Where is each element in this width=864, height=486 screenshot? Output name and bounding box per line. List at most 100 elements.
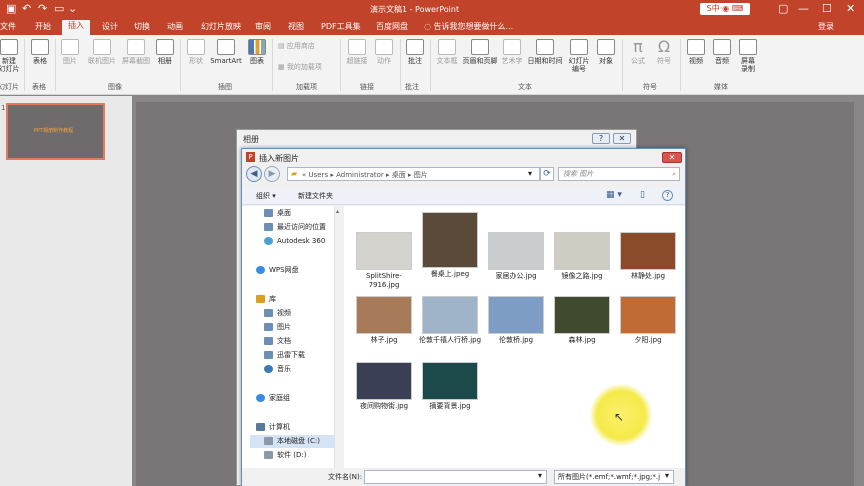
new-slide-button[interactable]: 新建 幻灯片	[0, 39, 20, 73]
ribbon-divider	[24, 39, 25, 91]
tab-review[interactable]: 审阅	[255, 21, 271, 33]
file-item[interactable]: 伦敦千禧人行桥.jpg	[418, 296, 482, 345]
file-thumbnail	[356, 296, 412, 334]
tab-pdf-tools[interactable]: PDF工具集	[321, 21, 361, 33]
chart-button[interactable]: 图表	[245, 39, 269, 65]
header-footer-button[interactable]: 页眉和页脚	[461, 39, 499, 65]
ribbon-divider	[55, 39, 56, 91]
file-thumbnail	[554, 296, 610, 334]
file-item[interactable]: 摘要背景.jpg	[418, 362, 482, 411]
tab-slideshow[interactable]: 幻灯片放映	[201, 21, 241, 33]
forward-button[interactable]: ▶	[264, 166, 280, 182]
undo-icon[interactable]: ↶	[22, 3, 31, 15]
video-icon	[687, 39, 705, 55]
group-label-tables: 表格	[32, 83, 46, 91]
chevron-down-icon[interactable]: ▾	[538, 471, 542, 480]
breadcrumb-item[interactable]: Administrator	[336, 171, 384, 179]
ribbon-divider	[340, 39, 341, 91]
file-item[interactable]: 伦敦桥.jpg	[484, 296, 548, 345]
file-item[interactable]: 林子.jpg	[352, 296, 416, 345]
video-button[interactable]: 视频	[684, 39, 708, 65]
store-button[interactable]: ▤ 应用商店	[278, 42, 315, 50]
ribbon-options-icon[interactable]: ▢	[778, 3, 788, 15]
maximize-icon[interactable]: ☐	[822, 3, 832, 15]
chevron-down-icon[interactable]: ▾	[665, 471, 669, 480]
tab-animations[interactable]: 动画	[167, 21, 183, 33]
view-options-icon[interactable]: ▦ ▾	[606, 190, 622, 200]
album-button[interactable]: 相册	[153, 39, 177, 65]
tab-design[interactable]: 设计	[102, 21, 118, 33]
symbol-button[interactable]: Ω 符号	[652, 37, 676, 65]
redo-icon[interactable]: ↷	[38, 3, 47, 15]
tab-home[interactable]: 开始	[35, 21, 51, 33]
file-item[interactable]: SplitShire-7916.jpg	[352, 232, 416, 290]
slide-number-button[interactable]: 幻灯片 编号	[566, 39, 592, 73]
scroll-up-icon[interactable]: ▴	[336, 208, 339, 215]
search-input[interactable]: 搜索 图片 ⌕	[558, 167, 680, 181]
tell-me-search[interactable]: ◌ 告诉我您想要做什么...	[424, 21, 513, 33]
tab-view[interactable]: 视图	[288, 21, 304, 33]
file-item[interactable]: 森林.jpg	[550, 296, 614, 345]
navigation-pane: 桌面 最近访问的位置 Autodesk 360 WPS网盘 库 视频 图片 文档…	[242, 206, 342, 486]
back-button[interactable]: ◀	[246, 166, 262, 182]
textbox-button[interactable]: 文本框	[433, 39, 461, 65]
online-picture-button[interactable]: 联机图片	[85, 39, 119, 65]
action-button[interactable]: 动作	[372, 39, 396, 65]
online-picture-icon	[93, 39, 111, 55]
help-icon[interactable]: ?	[662, 190, 673, 201]
breadcrumb-item[interactable]: 图片	[414, 171, 428, 179]
minimize-icon[interactable]: —	[798, 3, 809, 15]
comment-button[interactable]: 批注	[403, 39, 427, 65]
file-item[interactable]: 林静处.jpg	[616, 232, 680, 281]
customize-toolbar-icon[interactable]: ⌄	[68, 3, 77, 15]
shapes-button[interactable]: 形状	[183, 39, 209, 65]
file-item[interactable]: 餐桌上.jpeg	[418, 212, 482, 279]
save-icon[interactable]: ▣	[6, 3, 16, 15]
close-icon[interactable]: ✕	[662, 152, 682, 163]
folder-icon: ▰	[291, 169, 298, 178]
slide-thumbnail[interactable]: PPT相册制作教程	[6, 103, 105, 160]
tab-transitions[interactable]: 切换	[134, 21, 150, 33]
store-icon: ▤	[278, 42, 287, 50]
filetype-select[interactable]: 所有图片(*.emf;*.wmf;*.jpg;*.j	[554, 470, 674, 484]
file-item[interactable]: 家居办公.jpg	[484, 232, 548, 281]
hyperlink-button[interactable]: 超链接	[344, 39, 370, 65]
library-icon	[256, 295, 265, 303]
help-icon[interactable]: ?	[592, 133, 610, 144]
ribbon-divider	[622, 39, 623, 91]
my-addins-button[interactable]: ▦ 我的加载项	[278, 63, 322, 71]
preview-pane-icon[interactable]: ▯	[640, 190, 645, 200]
nav-item-drive-c[interactable]: 本地磁盘 (C:)	[250, 435, 342, 448]
ime-toolbar[interactable]: S中·◉ ⌨	[700, 3, 750, 15]
organize-button[interactable]: 组织 ▾	[256, 191, 276, 201]
object-button[interactable]: 对象	[594, 39, 618, 65]
breadcrumb-item[interactable]: 桌面	[392, 171, 406, 179]
equation-button[interactable]: π 公式	[626, 37, 650, 65]
close-icon[interactable]: ✕	[613, 133, 631, 144]
refresh-button[interactable]: ⟳	[540, 167, 554, 181]
smartart-button[interactable]: SmartArt	[209, 39, 243, 65]
file-item[interactable]: 镜像之路.jpg	[550, 232, 614, 281]
tab-baidu-netdisk[interactable]: 百度网盘	[376, 21, 408, 33]
tab-insert[interactable]: 插入	[62, 20, 90, 35]
start-from-beginning-icon[interactable]: ▭	[54, 3, 64, 15]
audio-button[interactable]: 音频	[710, 39, 734, 65]
new-folder-button[interactable]: 新建文件夹	[298, 191, 333, 201]
datetime-button[interactable]: 日期和时间	[526, 39, 564, 65]
chevron-down-icon[interactable]: ▾	[528, 169, 532, 178]
wordart-button[interactable]: 艺术字	[499, 39, 525, 65]
picture-button[interactable]: 图片	[58, 39, 82, 65]
file-item[interactable]: 夜间购物街.jpg	[352, 362, 416, 411]
nav-scrollbar[interactable]: ▴	[335, 206, 343, 486]
table-button[interactable]: 表格	[28, 39, 52, 65]
file-item[interactable]: 夕阳.jpg	[616, 296, 680, 345]
close-icon[interactable]: ✕	[846, 3, 855, 15]
screen-record-button[interactable]: 屏幕 录制	[736, 39, 760, 73]
filename-input[interactable]	[364, 470, 547, 484]
breadcrumb-item[interactable]: Users	[309, 171, 329, 179]
file-thumbnail	[488, 296, 544, 334]
screenshot-button[interactable]: 屏幕截图	[119, 39, 153, 65]
login-link[interactable]: 登录	[818, 21, 834, 33]
tab-file[interactable]: 文件	[0, 21, 16, 33]
address-bar[interactable]: ▰ « Users ▸ Administrator ▸ 桌面 ▸ 图片 ▾	[287, 167, 540, 181]
